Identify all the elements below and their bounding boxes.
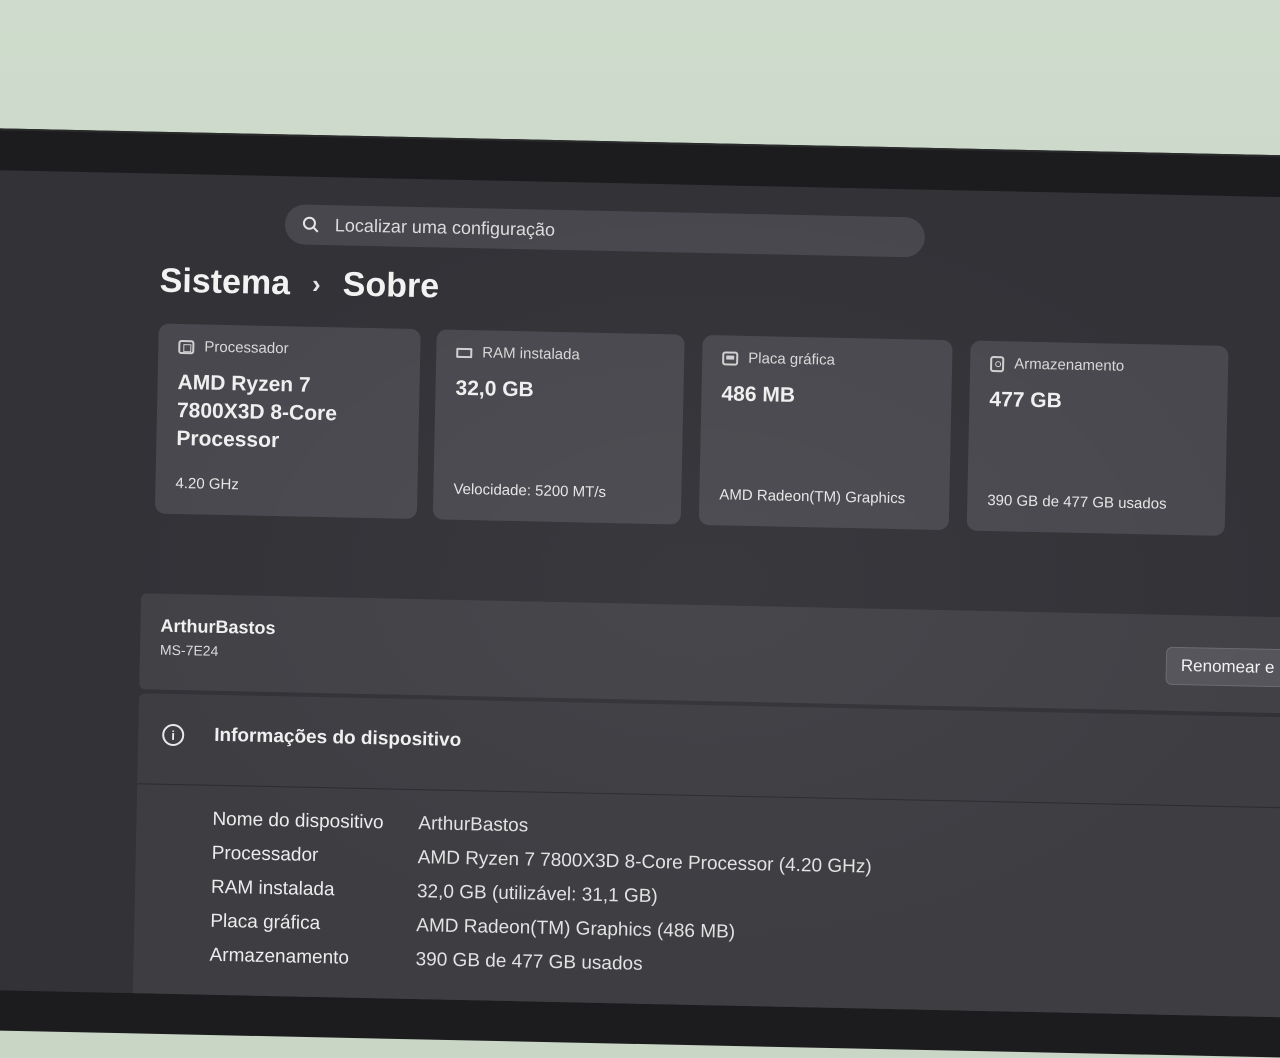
info-row-value: AMD Ryzen 7 7800X3D 8-Core Processor (4.… bbox=[417, 847, 872, 878]
spec-card-storage: Armazenamento 477 GB 390 GB de 477 GB us… bbox=[966, 340, 1229, 536]
breadcrumb-chevron-icon: › bbox=[311, 268, 322, 299]
storage-icon bbox=[989, 355, 1005, 372]
spec-card-label: Armazenamento bbox=[1013, 355, 1125, 375]
info-row-value: 32,0 GB (utilizável: 31,1 GB) bbox=[416, 881, 658, 908]
device-info-list: Nome do dispositivo ArthurBastos Processa… bbox=[209, 803, 872, 987]
info-row-label: Armazenamento bbox=[209, 944, 350, 969]
rename-button[interactable]: Renomear e bbox=[1165, 646, 1280, 689]
settings-window: Localizar uma configuração Sistema › Sob… bbox=[0, 170, 1280, 1018]
device-info-title: Informações do dispositivo bbox=[213, 724, 462, 751]
breadcrumb-parent[interactable]: Sistema bbox=[159, 262, 290, 304]
spec-card-value: 32,0 GB bbox=[455, 376, 534, 402]
search-placeholder: Localizar uma configuração bbox=[334, 214, 556, 240]
search-icon bbox=[291, 215, 331, 234]
spec-card-gpu: Placa gráfica 486 MB AMD Radeon(TM) Grap… bbox=[698, 334, 953, 531]
page-title: Sobre bbox=[342, 265, 440, 306]
info-row-label: Placa gráfica bbox=[210, 910, 321, 935]
spec-card-value: 477 GB bbox=[989, 387, 1063, 413]
info-row-value: 390 GB de 477 GB usados bbox=[415, 949, 643, 975]
spec-card-label: Processador bbox=[204, 338, 289, 358]
ram-icon bbox=[456, 347, 473, 358]
info-row-label: RAM instalada bbox=[210, 876, 335, 901]
spec-card-value: AMD Ryzen 7 7800X3D 8-Core Processor bbox=[176, 370, 338, 453]
spec-card-label: RAM instalada bbox=[482, 344, 580, 364]
spec-card-sub: 390 GB de 477 GB usados bbox=[987, 491, 1167, 513]
info-row-label: Processador bbox=[211, 842, 319, 867]
processor-icon bbox=[178, 339, 195, 354]
device-info-panel: i Informações do dispositivo Nome do dis… bbox=[132, 693, 1280, 1018]
spec-card-sub: AMD Radeon(TM) Graphics bbox=[719, 486, 906, 508]
info-row-value: AMD Radeon(TM) Graphics (486 MB) bbox=[416, 915, 736, 943]
search-input[interactable]: Localizar uma configuração bbox=[284, 204, 926, 258]
device-name: ArthurBastos bbox=[160, 615, 276, 639]
device-model: MS-7E24 bbox=[159, 641, 219, 659]
spec-card-value: 486 MB bbox=[721, 382, 796, 407]
breadcrumb: Sistema › Sobre bbox=[159, 262, 439, 307]
info-row-label: Nome do dispositivo bbox=[212, 808, 384, 834]
spec-card-label: Placa gráfica bbox=[748, 349, 836, 369]
gpu-icon bbox=[722, 350, 739, 366]
spec-card-processor: Processador AMD Ryzen 7 7800X3D 8-Core P… bbox=[154, 323, 421, 520]
device-info-header[interactable]: i Informações do dispositivo bbox=[137, 693, 1280, 809]
spec-card-ram: RAM instalada 32,0 GB Velocidade: 5200 M… bbox=[432, 329, 685, 525]
info-icon: i bbox=[161, 723, 185, 747]
spec-card-sub: 4.20 GHz bbox=[175, 474, 240, 494]
spec-card-sub: Velocidade: 5200 MT/s bbox=[453, 480, 607, 501]
info-row-value: ArthurBastos bbox=[418, 813, 529, 837]
